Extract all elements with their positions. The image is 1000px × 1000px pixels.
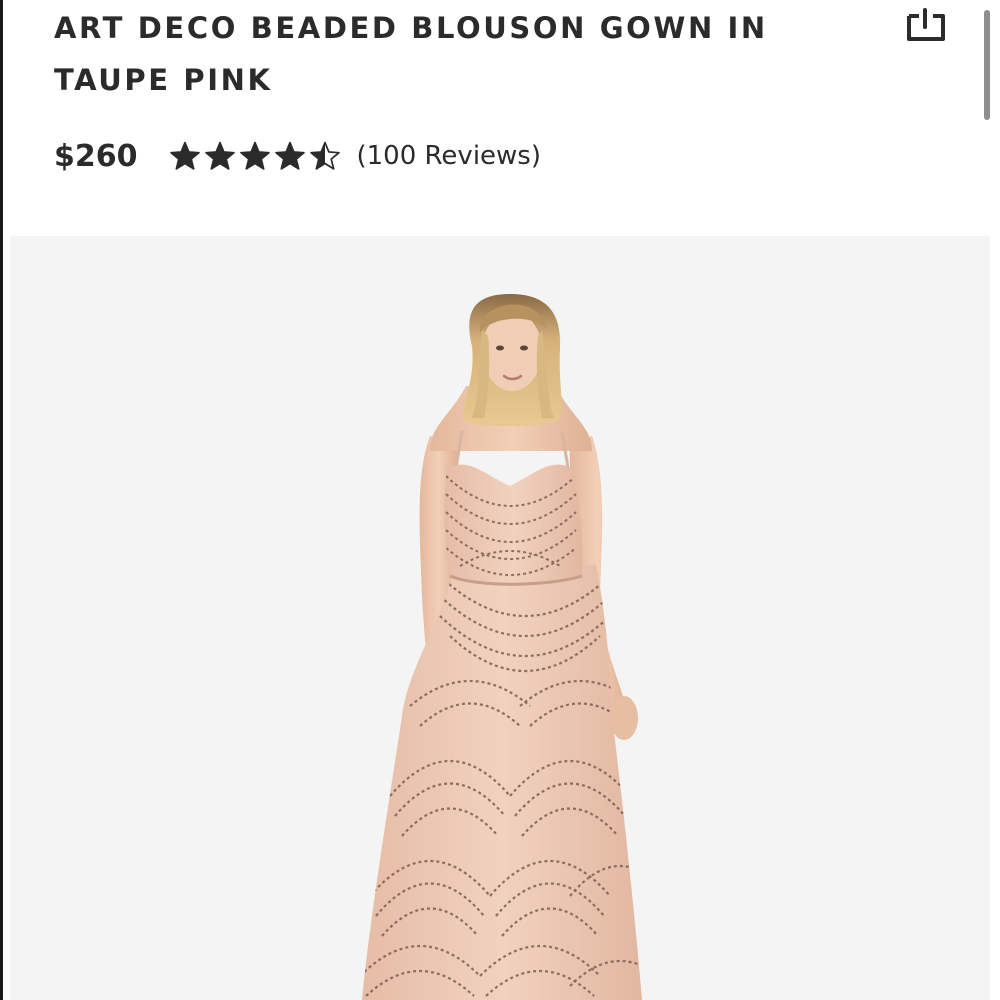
star-icon [239,141,270,170]
product-image[interactable] [10,236,990,1000]
product-page: ART DECO BEADED BLOUSON GOWN IN TAUPE PI… [0,0,1000,1000]
star-rating[interactable] [168,141,343,171]
product-price: $260 [54,138,138,174]
reviews-link[interactable]: (100 Reviews) [357,141,542,171]
star-icon [309,141,340,170]
model-in-gown-image [362,294,642,1000]
bookmark-icon [907,8,945,41]
price-rating-row: $260 (100 Reviews) [54,130,541,182]
save-button[interactable] [906,6,946,46]
left-border [0,0,3,1000]
star-icon [204,141,235,170]
scrollbar-thumb[interactable] [984,10,990,120]
star-icon [169,141,200,170]
star-icon [274,141,305,170]
product-title: ART DECO BEADED BLOUSON GOWN IN TAUPE PI… [54,11,768,97]
